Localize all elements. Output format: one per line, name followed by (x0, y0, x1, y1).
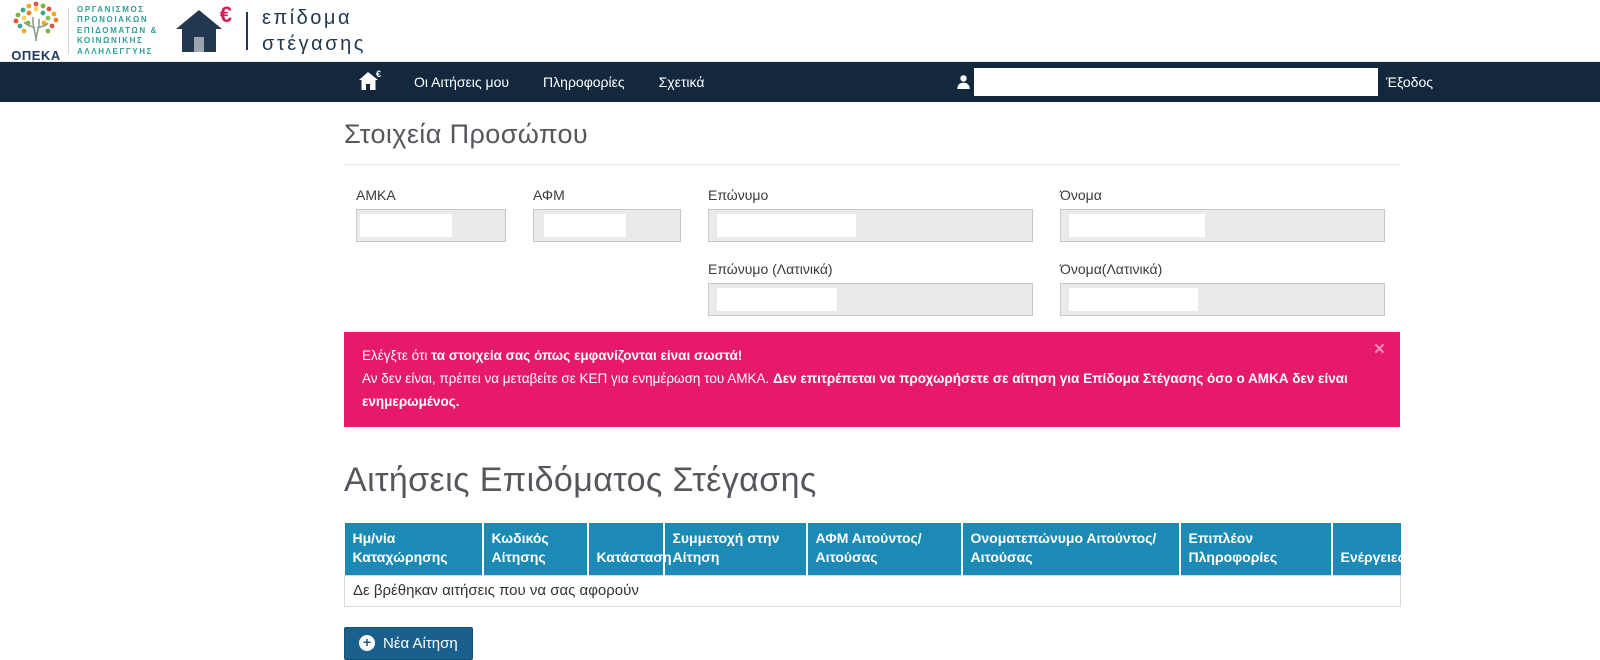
redacted-value (360, 214, 452, 237)
redacted-value (1069, 288, 1198, 311)
plus-circle-icon: + (359, 635, 375, 651)
form-field-surname: Επώνυμο (708, 187, 1033, 242)
form-field-firstname-latin: Όνομα(Λατινικά) (1060, 261, 1385, 316)
col-header-extra-info: Επιπλέον Πληροφορίες (1180, 523, 1332, 575)
surname-latin-label: Επώνυμο (Λατινικά) (708, 261, 1033, 277)
surname-label: Επώνυμο (708, 187, 1033, 203)
amka-field[interactable] (356, 209, 506, 242)
nav-item-about[interactable]: Σχετικά (642, 62, 722, 102)
opeka-line: ΟΡΓΑΝΙΣΜΟΣ (77, 5, 158, 16)
firstname-label: Όνομα (1060, 187, 1385, 203)
housing-benefit-logo: € (174, 4, 230, 58)
col-header-status: Κατάσταση (588, 523, 664, 575)
empty-message: Δε βρέθηκαν αιτήσεις που να σας αφορούν (345, 575, 1401, 606)
user-icon (957, 75, 970, 94)
form-field-afm: ΑΦΜ (533, 187, 681, 242)
col-header-application-code: Κωδικός Αίτησης (483, 523, 588, 575)
home-euro-icon: € (376, 69, 381, 79)
nav-item-my-applications[interactable]: Οι Αιτήσεις μου (397, 62, 526, 102)
site-header: ΟΠΕΚΑ ΟΡΓΑΝΙΣΜΟΣ ΠΡΟΝΟΙΑΚΩΝ ΕΠΙΔΟΜΑΤΩΝ &… (0, 0, 1600, 62)
opeka-line: ΕΠΙΔΟΜΑΤΩΝ & (77, 26, 158, 37)
app-title-line1: επίδομα (262, 5, 366, 31)
afm-label: ΑΦΜ (533, 187, 681, 203)
firstname-latin-label: Όνομα(Λατινικά) (1060, 261, 1385, 277)
home-icon (358, 71, 378, 93)
afm-field[interactable] (533, 209, 681, 242)
nav-item-information[interactable]: Πληροφορίες (526, 62, 642, 102)
new-application-label: Νέα Αίτηση (383, 635, 458, 652)
applications-title: Αιτήσεις Επιδόματος Στέγασης (344, 461, 1400, 500)
person-details-title: Στοιχεία Προσώπου (344, 119, 1400, 165)
alert-text-bold: τα στοιχεία σας όπως εμφανίζονται είναι … (431, 348, 742, 363)
form-field-firstname: Όνομα (1060, 187, 1385, 242)
app-title: επίδομα στέγασης (262, 5, 366, 57)
home-nav-button[interactable]: € (344, 62, 397, 102)
col-header-applicant-name: Ονοματεπώνυμο Αιτούντος/ Αιτούσας (962, 523, 1180, 575)
opeka-acronym: ΟΠΕΚΑ (11, 48, 60, 63)
opeka-full-name: ΟΡΓΑΝΙΣΜΟΣ ΠΡΟΝΟΙΑΚΩΝ ΕΠΙΔΟΜΑΤΩΝ & ΚΟΙΝΩ… (77, 5, 158, 58)
logout-button[interactable]: Έξοδος (1386, 62, 1433, 102)
app-title-divider (246, 12, 248, 50)
firstname-field[interactable] (1060, 209, 1385, 242)
username-field[interactable] (974, 68, 1378, 96)
amka-label: ΑΜΚΑ (356, 187, 506, 203)
redacted-value (717, 214, 856, 237)
house-icon (174, 41, 224, 58)
main-navbar: € Οι Αιτήσεις μου Πληροφορίες Σχετικά Έξ… (0, 62, 1600, 102)
brand-divider (68, 8, 69, 54)
firstname-latin-field[interactable] (1060, 283, 1385, 316)
opeka-line: ΚΟΙΝΩΝΙΚΗΣ (77, 36, 158, 47)
form-field-amka: ΑΜΚΑ (356, 187, 506, 242)
opeka-logo: ΟΠΕΚΑ (10, 0, 62, 63)
col-header-actions: Ενέργειες (1332, 523, 1401, 575)
surname-latin-field[interactable] (708, 283, 1033, 316)
redacted-value (544, 214, 626, 237)
new-application-button[interactable]: + Νέα Αίτηση (344, 627, 473, 660)
alert-text: Αν δεν είναι, πρέπει να μεταβείτε σε ΚΕΠ… (362, 371, 773, 386)
amka-warning-alert: Ελέγξτε ότι τα στοιχεία σας όπως εμφανίζ… (344, 332, 1400, 427)
col-header-participation: Συμμετοχή στην Αίτηση (664, 523, 807, 575)
surname-field[interactable] (708, 209, 1033, 242)
person-details-form: ΑΜΚΑ ΑΦΜ Επώνυμο Όνομα Επώνυμο (Λατινικά… (356, 187, 1400, 316)
form-field-surname-latin: Επώνυμο (Λατινικά) (708, 261, 1033, 316)
col-header-registration-date: Ημ/νία Καταχώρησης (345, 523, 483, 575)
applications-table: Ημ/νία Καταχώρησης Κωδικός Αίτησης Κατάσ… (344, 523, 1401, 607)
redacted-value (1069, 214, 1205, 237)
col-header-applicant-afm: ΑΦΜ Αιτούντος/ Αιτούσας (807, 523, 962, 575)
table-empty-row: Δε βρέθηκαν αιτήσεις που να σας αφορούν (345, 575, 1401, 606)
redacted-value (717, 288, 837, 311)
opeka-tree-icon (12, 0, 60, 47)
alert-text: Ελέγξτε ότι (362, 348, 431, 363)
app-title-line2: στέγασης (262, 31, 366, 57)
opeka-line: ΑΛΛΗΛΕΓΓΥΗΣ (77, 47, 158, 58)
opeka-line: ΠΡΟΝΟΙΑΚΩΝ (77, 15, 158, 26)
euro-icon: € (220, 2, 232, 28)
table-header-row: Ημ/νία Καταχώρησης Κωδικός Αίτησης Κατάσ… (345, 523, 1401, 575)
close-icon[interactable]: × (1374, 340, 1385, 359)
